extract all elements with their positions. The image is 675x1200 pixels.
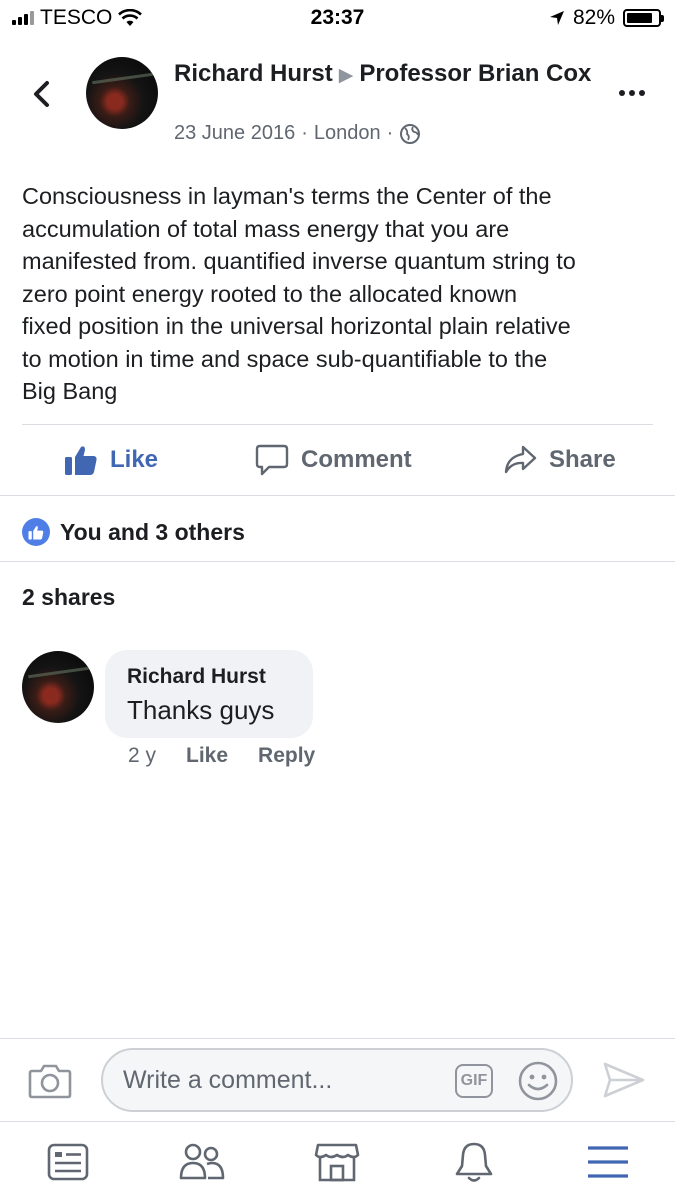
more-dot (619, 90, 625, 96)
comment-bubble-icon (255, 444, 289, 476)
post-meta: 23 June 2016 · London · (174, 122, 421, 145)
more-dot (629, 90, 635, 96)
tab-friends[interactable] (178, 1140, 226, 1184)
marketplace-icon (314, 1143, 360, 1182)
commenter-avatar[interactable] (22, 651, 94, 723)
post-text: Consciousness in layman's terms the Cent… (22, 183, 576, 404)
like-button[interactable]: Like (64, 430, 158, 490)
shared-to-arrow-icon: ▶ (338, 65, 354, 86)
comment-age: 2 y (128, 744, 157, 767)
more-options-button[interactable] (619, 90, 645, 96)
thumbs-up-icon (65, 446, 97, 475)
divider (0, 495, 675, 496)
author-avatar[interactable] (86, 57, 158, 129)
tab-marketplace[interactable] (313, 1140, 361, 1184)
comment-actions: 2 y Like Reply (128, 744, 315, 768)
comment-like-button[interactable]: Like (186, 744, 228, 768)
share-arrow-icon (504, 445, 537, 474)
back-button[interactable] (26, 76, 56, 112)
news-feed-icon (47, 1143, 89, 1181)
like-reaction-icon (22, 518, 50, 546)
comment-bubble[interactable]: Richard Hurst Thanks guys (105, 650, 313, 738)
divider (0, 561, 675, 562)
bottom-tab-bar (0, 1121, 675, 1200)
share-label: Share (549, 446, 616, 473)
tab-notifications[interactable] (450, 1140, 498, 1184)
post-date[interactable]: 23 June 2016 (174, 122, 295, 145)
globe-icon (400, 123, 421, 144)
battery-icon (623, 9, 664, 27)
like-label: Like (110, 446, 159, 473)
tab-news-feed[interactable] (44, 1140, 92, 1184)
comment-input-placeholder: Write a comment... (123, 1066, 333, 1094)
post-location[interactable]: London (314, 122, 381, 145)
comment-composer: Write a comment... GIF (0, 1038, 675, 1122)
status-bar: TESCO 23:37 82% (0, 0, 675, 36)
comment-label: Comment (301, 446, 412, 473)
comment-input[interactable]: Write a comment... GIF (101, 1048, 573, 1112)
target-name[interactable]: Professor Brian Cox (359, 60, 591, 87)
comment-reply-button[interactable]: Reply (258, 744, 315, 768)
gif-button[interactable]: GIF (455, 1064, 493, 1098)
reactions-text: You and 3 others (60, 518, 245, 545)
shares-count[interactable]: 2 shares (22, 584, 115, 611)
comment-text: Thanks guys (127, 695, 275, 725)
emoji-icon[interactable] (517, 1060, 559, 1102)
menu-icon (588, 1146, 628, 1178)
more-dot (639, 90, 645, 96)
send-icon[interactable] (602, 1061, 646, 1099)
reactions-summary[interactable]: You and 3 others (22, 518, 245, 546)
notifications-icon (455, 1142, 493, 1182)
friends-icon (179, 1143, 225, 1180)
location-arrow-icon (549, 11, 564, 25)
post-header-names: Richard Hurst ▶ Professor Brian Cox (174, 58, 594, 91)
meta-separator: · (301, 122, 308, 144)
chevron-left-icon (34, 81, 49, 107)
status-right: 82% (549, 6, 664, 30)
thumbs-up-icon (28, 525, 44, 540)
commenter-name[interactable]: Richard Hurst (127, 664, 313, 690)
author-name[interactable]: Richard Hurst (174, 60, 333, 87)
comment-button[interactable]: Comment (255, 430, 412, 490)
meta-separator: · (386, 122, 394, 144)
divider (22, 424, 653, 425)
tab-menu[interactable] (584, 1140, 632, 1184)
share-button[interactable]: Share (503, 430, 616, 490)
camera-icon[interactable] (28, 1063, 72, 1099)
post-action-bar: Like Comment Share (0, 430, 675, 490)
battery-percent: 82% (572, 6, 615, 29)
